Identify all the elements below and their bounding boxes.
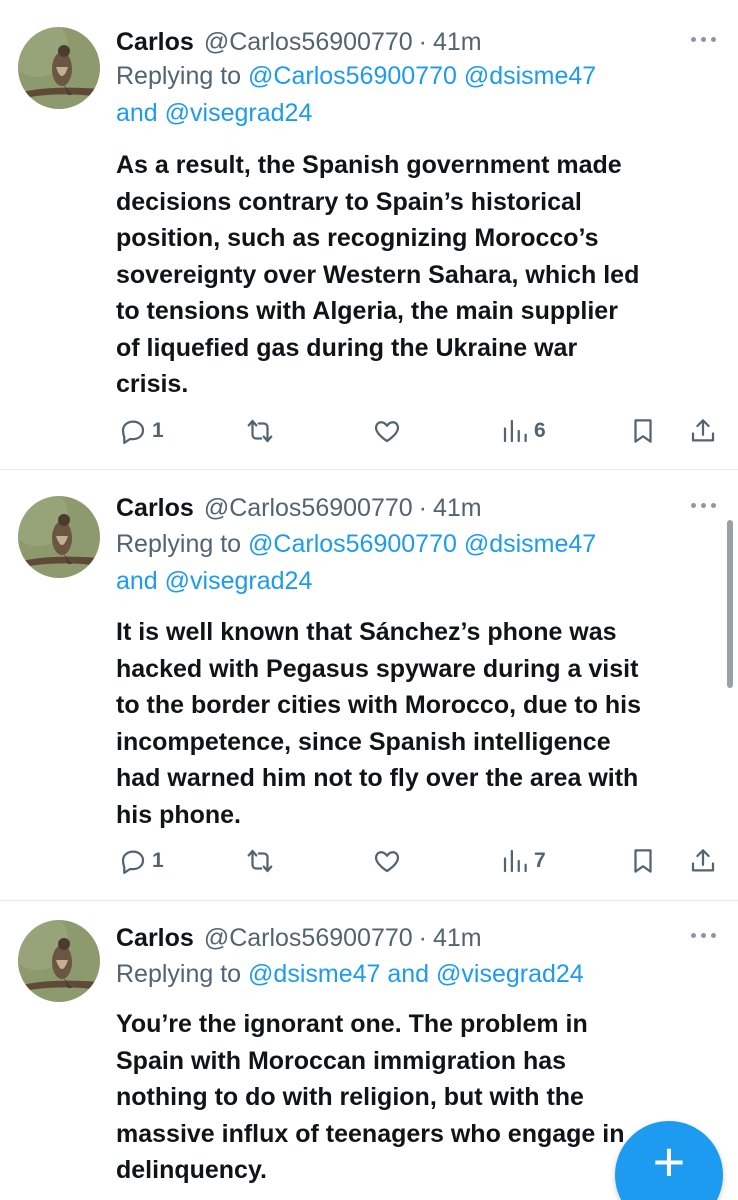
- tweet-text-line: Spain with Moroccan immigration has: [116, 1046, 567, 1075]
- display-name[interactable]: Carlos: [116, 494, 194, 523]
- like-icon: [374, 421, 400, 443]
- divider: [0, 469, 738, 470]
- replying-to: Replying to @Carlos56900770 @dsisme47 an…: [116, 526, 716, 600]
- tweet-text-line: of liquefied gas during the Ukraine war: [116, 333, 578, 362]
- tweet-text-line: had warned him not to fly over the area …: [116, 764, 639, 792]
- bookmark-button[interactable]: [628, 411, 658, 451]
- tweet-header: Carlos @Carlos56900770 · 41m: [116, 918, 482, 958]
- avatar[interactable]: [18, 27, 100, 109]
- share-button[interactable]: [688, 411, 718, 451]
- reply-count: 1: [152, 419, 164, 442]
- scrollbar[interactable]: [727, 520, 733, 688]
- tweet-text-line: hacked with Pegasus spyware during a vis…: [116, 654, 639, 683]
- tweet-text-line: sovereignty over Western Sahara, which l…: [116, 260, 640, 289]
- mention-link[interactable]: @visegrad24: [165, 567, 313, 595]
- tweet-text-line: crisis.: [116, 370, 189, 398]
- separator-dot: ·: [418, 493, 427, 522]
- display-name[interactable]: Carlos: [116, 924, 194, 953]
- user-handle[interactable]: @Carlos56900770: [204, 28, 413, 57]
- replying-to-prefix: Replying to: [116, 530, 249, 558]
- reply-button[interactable]: 1: [118, 411, 164, 451]
- bookmark-icon: [634, 849, 652, 873]
- replying-to-prefix: Replying to: [116, 960, 249, 988]
- tweet-text-line: You’re the ignorant one. The problem in: [116, 1010, 588, 1038]
- compose-icon: +: [652, 1130, 686, 1193]
- action-bar: 1 7: [0, 841, 738, 881]
- tweet-text-line: It is well known that Sánchez’s phone wa…: [116, 618, 617, 646]
- mention-and[interactable]: and: [116, 99, 165, 127]
- more-icon[interactable]: [691, 933, 716, 938]
- tweet-1[interactable]: Carlos @Carlos56900770 · 41m Replying to…: [0, 0, 738, 470]
- bookmark-icon: [634, 419, 652, 443]
- tweet-text: It is well known that Sánchez’s phone wa…: [116, 614, 726, 833]
- mention-and[interactable]: and: [380, 960, 436, 988]
- like-button[interactable]: [371, 841, 403, 881]
- mention-link[interactable]: @dsisme47: [248, 960, 380, 988]
- tweet-text-line: to the border cities with Morocco, due t…: [116, 691, 642, 719]
- like-button[interactable]: [371, 411, 403, 451]
- like-icon: [374, 851, 400, 873]
- views-count: 6: [534, 419, 546, 442]
- action-bar: 1 6: [0, 411, 738, 451]
- share-icon: [691, 849, 715, 872]
- share-icon: [691, 419, 715, 442]
- tweet-2[interactable]: Carlos @Carlos56900770 · 41m Replying to…: [0, 471, 738, 901]
- replying-to: Replying to @Carlos56900770 @dsisme47 an…: [116, 58, 716, 132]
- more-icon[interactable]: [691, 503, 716, 508]
- share-button[interactable]: [688, 841, 718, 881]
- display-name[interactable]: Carlos: [116, 28, 194, 57]
- replying-to: Replying to @dsisme47 and @visegrad24: [116, 956, 716, 993]
- retweet-button[interactable]: [244, 841, 276, 881]
- separator-dot: ·: [418, 27, 427, 56]
- tweet-header: Carlos @Carlos56900770 · 41m: [116, 488, 482, 528]
- bookmark-button[interactable]: [628, 841, 658, 881]
- mention-link[interactable]: @Carlos56900770 @dsisme47: [248, 530, 596, 558]
- retweet-icon: [247, 849, 273, 873]
- user-handle[interactable]: @Carlos56900770: [204, 924, 413, 953]
- tweet-text-line: incompetence, since Spanish intelligence: [116, 727, 611, 756]
- reply-button[interactable]: 1: [118, 841, 164, 881]
- views-icon: [503, 849, 527, 873]
- avatar[interactable]: [18, 920, 100, 1002]
- tweet-text: As a result, the Spanish government made…: [116, 147, 726, 403]
- mention-link[interactable]: @visegrad24: [436, 960, 584, 988]
- avatar[interactable]: [18, 496, 100, 578]
- separator-dot: ·: [418, 923, 427, 952]
- tweet-text-line: decisions contrary to Spain’s historical: [116, 187, 582, 216]
- retweet-icon: [247, 419, 273, 443]
- tweet-text-line: his phone.: [116, 800, 241, 829]
- views-icon: [503, 419, 527, 443]
- reply-icon: [121, 850, 145, 874]
- mention-link[interactable]: @Carlos56900770 @dsisme47: [248, 62, 596, 90]
- tweet-text-line: to tensions with Algeria, the main suppl…: [116, 297, 618, 325]
- timestamp[interactable]: 41m: [433, 28, 482, 57]
- timestamp[interactable]: 41m: [433, 494, 482, 523]
- timestamp[interactable]: 41m: [433, 924, 482, 953]
- mention-and[interactable]: and: [116, 567, 165, 595]
- divider: [0, 900, 738, 901]
- replying-to-prefix: Replying to: [116, 62, 249, 90]
- tweet-text-line: As a result, the Spanish government made: [116, 151, 622, 179]
- tweet-header: Carlos @Carlos56900770 · 41m: [116, 22, 482, 62]
- reply-count: 1: [152, 849, 164, 872]
- more-icon[interactable]: [691, 37, 716, 42]
- reply-icon: [121, 420, 145, 444]
- mention-link[interactable]: @visegrad24: [165, 99, 313, 127]
- user-handle[interactable]: @Carlos56900770: [204, 494, 413, 523]
- tweet-text-line: nothing to do with religion, but with th…: [116, 1083, 584, 1111]
- views-button[interactable]: 7: [500, 841, 546, 881]
- views-button[interactable]: 6: [500, 411, 546, 451]
- views-count: 7: [534, 849, 546, 872]
- tweet-text-line: position, such as recognizing Morocco’s: [116, 224, 599, 252]
- retweet-button[interactable]: [244, 411, 276, 451]
